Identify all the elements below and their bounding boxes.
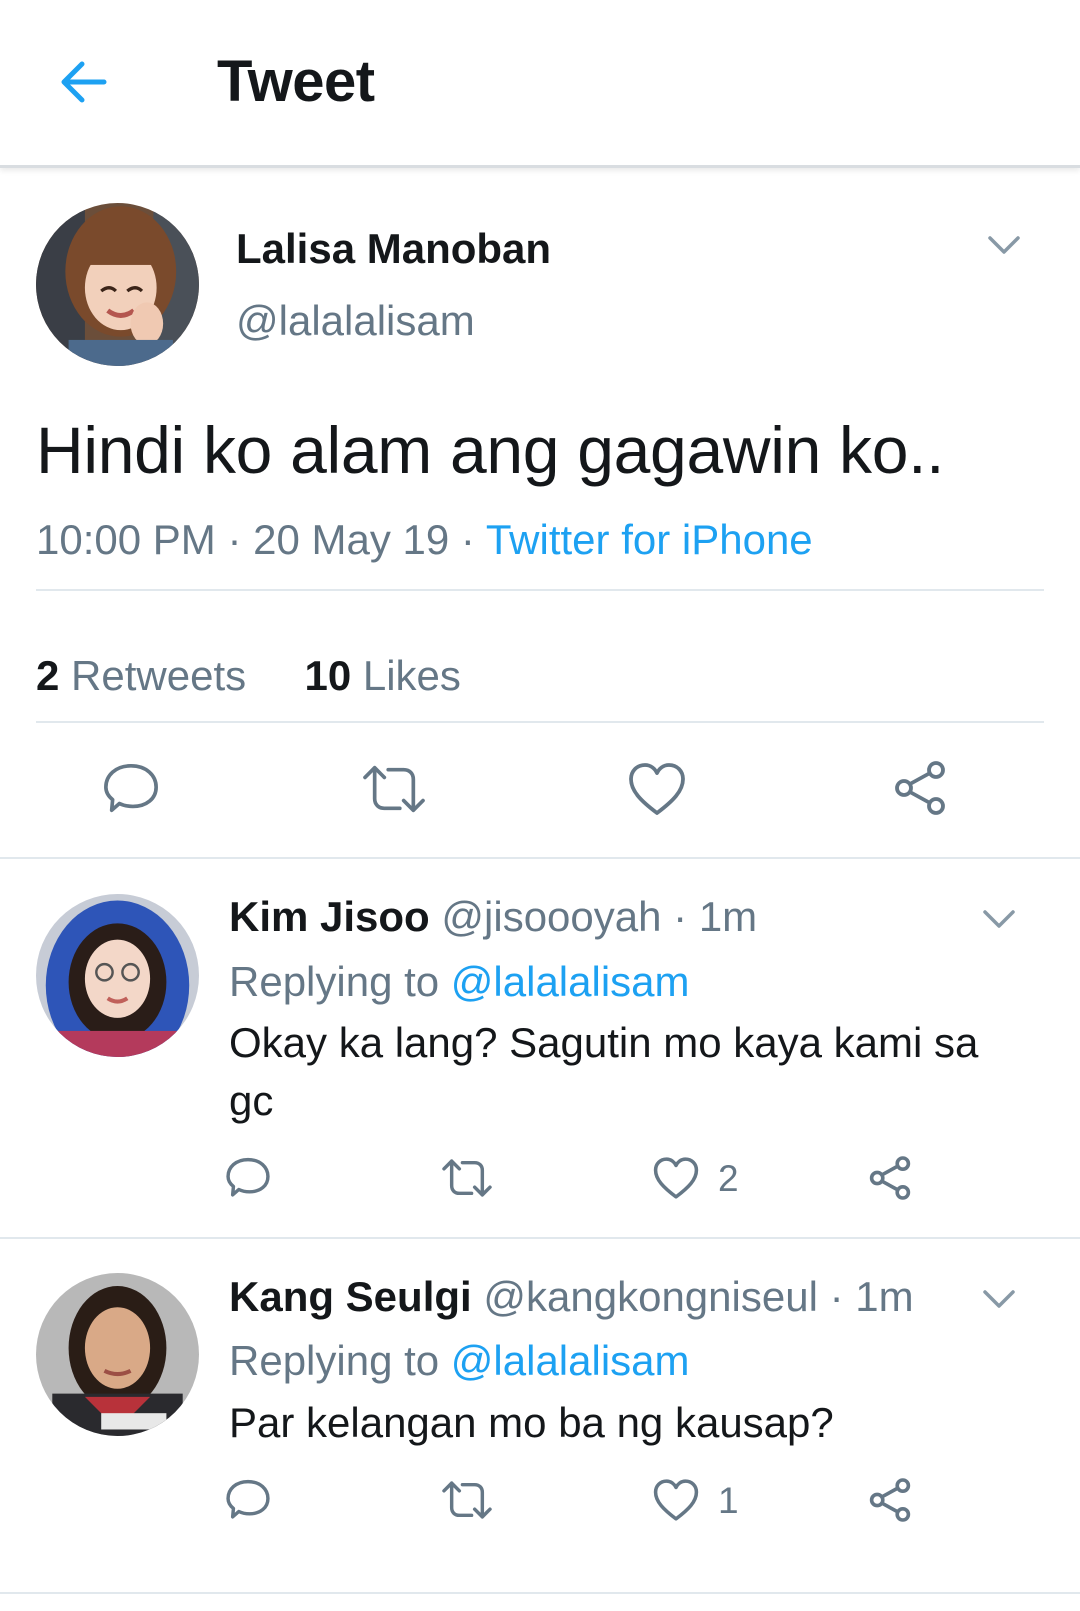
reply-text: Okay ka lang? Sagutin mo kaya kami sa gc bbox=[229, 1019, 979, 1124]
like-button[interactable] bbox=[652, 1156, 700, 1200]
reply-header: Kang Seulgi @kangkongniseul · 1m bbox=[229, 1273, 914, 1320]
reply-icon bbox=[104, 763, 158, 813]
retweets-stat[interactable]: 2 Retweets bbox=[36, 652, 246, 699]
tweet-time: 10:00 PM bbox=[36, 516, 216, 563]
tweet-source-link[interactable]: Twitter for iPhone bbox=[486, 516, 813, 563]
retweet-button[interactable] bbox=[440, 1155, 494, 1201]
share-icon bbox=[869, 1156, 911, 1200]
tweet-date: 20 May 19 bbox=[253, 516, 450, 563]
reply-author-name[interactable]: Kim Jisoo bbox=[229, 893, 430, 940]
reply-icon bbox=[226, 1157, 270, 1197]
back-button[interactable] bbox=[56, 52, 116, 112]
reply-author-handle[interactable]: @kangkongniseul bbox=[483, 1273, 818, 1320]
tweet-stats: 2 Retweets 10 Likes bbox=[36, 652, 461, 700]
chevron-down-icon bbox=[983, 910, 1015, 928]
share-icon bbox=[869, 1478, 911, 1522]
reply-avatar[interactable] bbox=[36, 894, 199, 1057]
arrow-left-icon bbox=[61, 61, 107, 103]
like-count: 2 bbox=[718, 1158, 739, 1199]
reply-button[interactable] bbox=[102, 760, 160, 818]
like-button[interactable] bbox=[627, 760, 687, 818]
divider bbox=[0, 1237, 1080, 1239]
share-button[interactable] bbox=[890, 758, 950, 818]
share-button[interactable] bbox=[866, 1476, 914, 1524]
mention-link[interactable]: @lalalalisam bbox=[451, 958, 690, 1005]
chevron-down-icon bbox=[988, 236, 1020, 254]
like-icon bbox=[629, 763, 685, 815]
divider bbox=[36, 721, 1044, 723]
tweet-options-button[interactable] bbox=[984, 224, 1024, 264]
tweet-meta: 10:00 PM · 20 May 19 · Twitter for iPhon… bbox=[36, 516, 813, 563]
replying-to: Replying to @lalalalisam bbox=[229, 958, 690, 1005]
reply-author-handle[interactable]: @jisoooyah bbox=[441, 893, 661, 940]
author-name[interactable]: Lalisa Manoban bbox=[236, 225, 551, 273]
reply-author-name[interactable]: Kang Seulgi bbox=[229, 1273, 472, 1320]
retweet-icon bbox=[442, 1159, 492, 1197]
retweet-button[interactable] bbox=[440, 1477, 494, 1523]
retweet-button[interactable] bbox=[360, 760, 428, 818]
divider bbox=[36, 589, 1044, 591]
likes-stat[interactable]: 10 Likes bbox=[304, 652, 460, 699]
reply-header: Kim Jisoo @jisoooyah · 1m bbox=[229, 893, 758, 940]
reply-avatar[interactable] bbox=[36, 1273, 199, 1436]
author-avatar[interactable] bbox=[36, 203, 199, 366]
like-icon bbox=[653, 1479, 699, 1521]
reply-options-button[interactable] bbox=[979, 1278, 1019, 1318]
reply-options-button[interactable] bbox=[979, 898, 1019, 938]
chevron-down-icon bbox=[983, 1290, 1015, 1308]
reply-icon bbox=[226, 1479, 270, 1519]
reply-time: 1m bbox=[698, 893, 758, 940]
mention-link[interactable]: @lalalalisam bbox=[451, 1337, 690, 1384]
like-count: 1 bbox=[718, 1480, 739, 1521]
reply-button[interactable] bbox=[225, 1477, 271, 1523]
reply-time: 1m bbox=[855, 1273, 914, 1320]
retweet-icon bbox=[363, 765, 425, 813]
replying-to: Replying to @lalalalisam bbox=[229, 1337, 690, 1384]
tweet-text: Hindi ko alam ang gagawin ko.. bbox=[36, 413, 945, 487]
share-icon bbox=[895, 761, 945, 815]
divider bbox=[0, 1592, 1080, 1594]
reply-text: Par kelangan mo ba ng kausap? bbox=[229, 1399, 834, 1446]
like-icon bbox=[653, 1157, 699, 1199]
author-handle[interactable]: @lalalalisam bbox=[236, 297, 475, 345]
top-bar: Tweet bbox=[0, 0, 1080, 168]
share-button[interactable] bbox=[866, 1154, 914, 1202]
reply-button[interactable] bbox=[225, 1155, 271, 1201]
page-title: Tweet bbox=[217, 49, 375, 114]
like-button[interactable] bbox=[652, 1478, 700, 1522]
retweet-icon bbox=[442, 1481, 492, 1519]
divider bbox=[0, 857, 1080, 859]
